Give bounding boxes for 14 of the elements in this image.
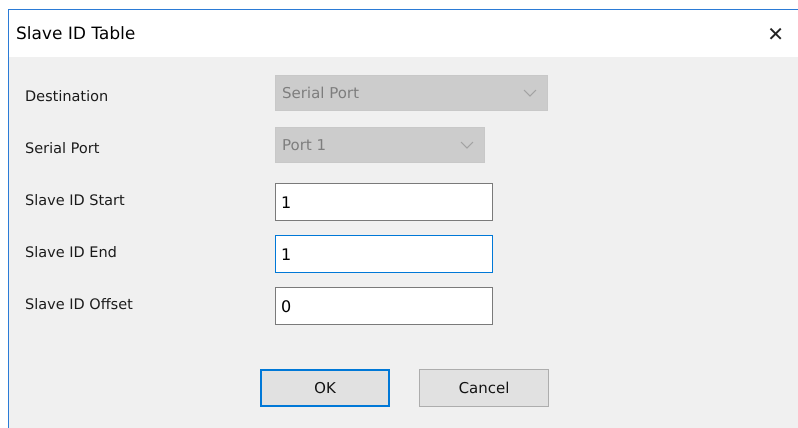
input-field[interactable]: 1 bbox=[275, 235, 493, 273]
cancel-button[interactable]: Cancel bbox=[419, 369, 549, 407]
field-label: Slave ID Start bbox=[25, 192, 126, 209]
ok-button[interactable]: OK bbox=[260, 369, 390, 407]
chevron-down-icon bbox=[523, 89, 537, 97]
close-button[interactable]: ✕ bbox=[761, 22, 790, 46]
window-title: Slave ID Table bbox=[16, 24, 136, 44]
field-label: Serial Port bbox=[25, 140, 100, 157]
input-field[interactable]: 1 bbox=[275, 183, 493, 221]
field-label: Slave ID Offset bbox=[25, 296, 134, 313]
input-field[interactable]: 0 bbox=[275, 287, 493, 325]
chevron-down-icon bbox=[460, 141, 474, 149]
field-label: Slave ID End bbox=[25, 244, 118, 261]
field-label: Destination bbox=[25, 88, 110, 105]
